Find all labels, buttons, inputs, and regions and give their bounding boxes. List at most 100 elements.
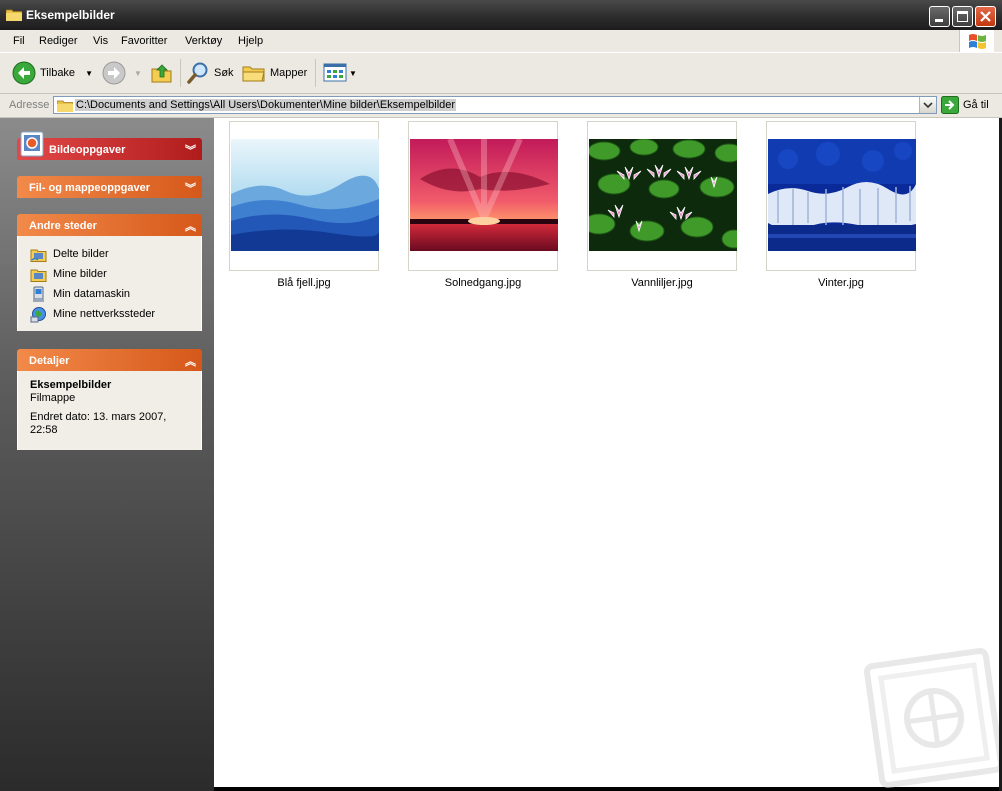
details-body: Eksempelbilder Filmappe Endret dato: 13.… — [17, 371, 202, 450]
windows-flag-icon — [969, 34, 986, 49]
details-panel: Detaljer ︽ Eksempelbilder Filmappe Endre… — [17, 349, 202, 450]
link-network-places[interactable]: Mine nettverkssteder — [30, 304, 189, 324]
close-icon — [980, 11, 991, 22]
link-label: Mine nettverkssteder — [53, 308, 156, 320]
back-button[interactable]: Tilbake ▼ — [12, 61, 93, 85]
picture-tasks-icon — [20, 131, 44, 157]
file-view: Blå fjell.jpg Solnedgang.jpg Vannliljer.… — [214, 118, 1002, 788]
image-water-lilies — [589, 139, 737, 251]
folders-label: Mapper — [270, 67, 308, 79]
menu-rediger[interactable]: Rediger — [39, 35, 78, 47]
menu-favoritter[interactable]: Favoritter — [121, 35, 167, 47]
network-places-icon — [30, 306, 46, 322]
folders-icon — [242, 66, 265, 82]
maximize-icon — [957, 11, 968, 22]
link-label: Mine bilder — [53, 268, 107, 280]
my-pictures-icon — [30, 269, 47, 282]
chevron-down-icon[interactable]: ︾ — [185, 142, 196, 158]
search-label: Søk — [214, 67, 234, 79]
thumbnail-frame — [229, 121, 379, 271]
other-places-title: Andre steder — [29, 220, 97, 232]
address-path: C:\Documents and Settings\All Users\Doku… — [75, 99, 457, 111]
search-icon — [187, 62, 208, 84]
go-label: Gå til — [963, 99, 989, 111]
details-modified-time: 22:58 — [30, 424, 58, 436]
image-winter — [768, 139, 916, 251]
my-computer-icon — [33, 286, 44, 302]
toolbar-separator — [180, 59, 181, 87]
forward-dropdown-icon[interactable]: ▼ — [134, 69, 142, 78]
thumbnail-frame — [587, 121, 737, 271]
file-tasks-title: Fil- og mappeoppgaver — [29, 182, 151, 194]
go-arrow-icon — [941, 96, 959, 114]
menu-bar: Fil Rediger Vis Favoritter Verktøy Hjelp — [0, 30, 1002, 53]
menu-vis[interactable]: Vis — [93, 35, 108, 47]
picture-folder-watermark-icon — [864, 648, 1002, 788]
details-title: Detaljer — [29, 355, 70, 367]
menu-fil[interactable]: Fil — [13, 35, 25, 47]
details-folder-type: Filmappe — [30, 392, 76, 404]
address-dropdown-button[interactable] — [919, 97, 936, 113]
thumbnail-frame — [408, 121, 558, 271]
minimize-button[interactable] — [929, 6, 950, 27]
back-dropdown-icon[interactable]: ▼ — [85, 69, 93, 78]
picture-tasks-header[interactable]: Bildeoppgaver ︾ — [17, 131, 202, 160]
file-name: Vinter.jpg — [818, 277, 864, 289]
file-name: Blå fjell.jpg — [277, 277, 331, 289]
search-button[interactable]: Søk — [186, 61, 234, 85]
folder-icon — [6, 9, 22, 21]
other-places-body: Delte bilder Mine bilder Min datamaskin — [17, 236, 202, 331]
link-my-computer[interactable]: Min datamaskin — [30, 284, 189, 304]
chevron-up-icon[interactable]: ︽ — [185, 353, 196, 369]
shared-pictures-icon — [30, 249, 47, 262]
chevron-down-icon — [923, 102, 933, 109]
file-tasks-panel: Fil- og mappeoppgaver ︾ — [17, 176, 202, 198]
link-shared-pictures[interactable]: Delte bilder — [30, 244, 189, 264]
toolbar-separator — [315, 59, 316, 87]
details-modified-date: Endret dato: 13. mars 2007, — [30, 411, 167, 423]
menu-hjelp[interactable]: Hjelp — [238, 35, 263, 47]
details-header[interactable]: Detaljer ︽ — [17, 349, 202, 371]
link-label: Delte bilder — [53, 248, 109, 260]
other-places-header[interactable]: Andre steder ︽ — [17, 214, 202, 236]
close-button[interactable] — [975, 6, 996, 27]
folders-button[interactable]: Mapper — [242, 61, 307, 85]
toolbar: Tilbake ▼ ▼ Søk Mapper ▼ — [0, 53, 1002, 94]
forward-button[interactable]: ▼ — [102, 61, 142, 85]
forward-arrow-icon — [102, 61, 126, 85]
views-icon — [323, 63, 347, 82]
back-label: Tilbake — [40, 67, 76, 79]
folder-icon — [57, 100, 73, 112]
maximize-button[interactable] — [952, 6, 973, 27]
address-bar: Adresse C:\Documents and Settings\All Us… — [0, 94, 1002, 118]
address-input[interactable]: C:\Documents and Settings\All Users\Doku… — [53, 96, 937, 114]
go-button[interactable]: Gå til — [941, 96, 989, 114]
address-label: Adresse — [9, 99, 50, 111]
windows-logo — [959, 30, 994, 52]
picture-tasks-title: Bildeoppgaver — [49, 144, 126, 156]
views-dropdown-icon[interactable]: ▼ — [349, 69, 357, 78]
image-sunset — [410, 139, 558, 251]
picture-tasks-panel: Bildeoppgaver ︾ — [17, 131, 202, 160]
details-folder-name: Eksempelbilder — [30, 379, 112, 391]
chevron-down-icon[interactable]: ︾ — [185, 180, 196, 196]
file-name: Solnedgang.jpg — [444, 277, 522, 289]
file-thumbnail[interactable]: Solnedgang.jpg — [408, 121, 558, 289]
other-places-panel: Andre steder ︽ Delte bilder Mine bilder — [17, 214, 202, 331]
file-thumbnail[interactable]: Vinter.jpg — [766, 121, 916, 289]
link-label: Min datamaskin — [53, 288, 131, 300]
image-blue-hills — [231, 139, 379, 251]
task-pane: Bildeoppgaver ︾ Fil- og mappeoppgaver ︾ … — [0, 118, 214, 791]
file-name: Vannliljer.jpg — [631, 277, 693, 289]
window-title: Eksempelbilder — [26, 8, 115, 22]
up-button[interactable] — [150, 61, 174, 85]
views-button[interactable]: ▼ — [323, 61, 357, 85]
file-tasks-header[interactable]: Fil- og mappeoppgaver ︾ — [17, 176, 202, 198]
file-thumbnail[interactable]: Vannliljer.jpg — [587, 121, 737, 289]
minimize-icon — [935, 19, 943, 22]
chevron-up-icon[interactable]: ︽ — [185, 218, 196, 234]
file-thumbnail[interactable]: Blå fjell.jpg — [229, 121, 379, 289]
menu-verktoy[interactable]: Verktøy — [185, 35, 222, 47]
link-my-pictures[interactable]: Mine bilder — [30, 264, 189, 284]
folder-up-icon — [151, 64, 172, 83]
